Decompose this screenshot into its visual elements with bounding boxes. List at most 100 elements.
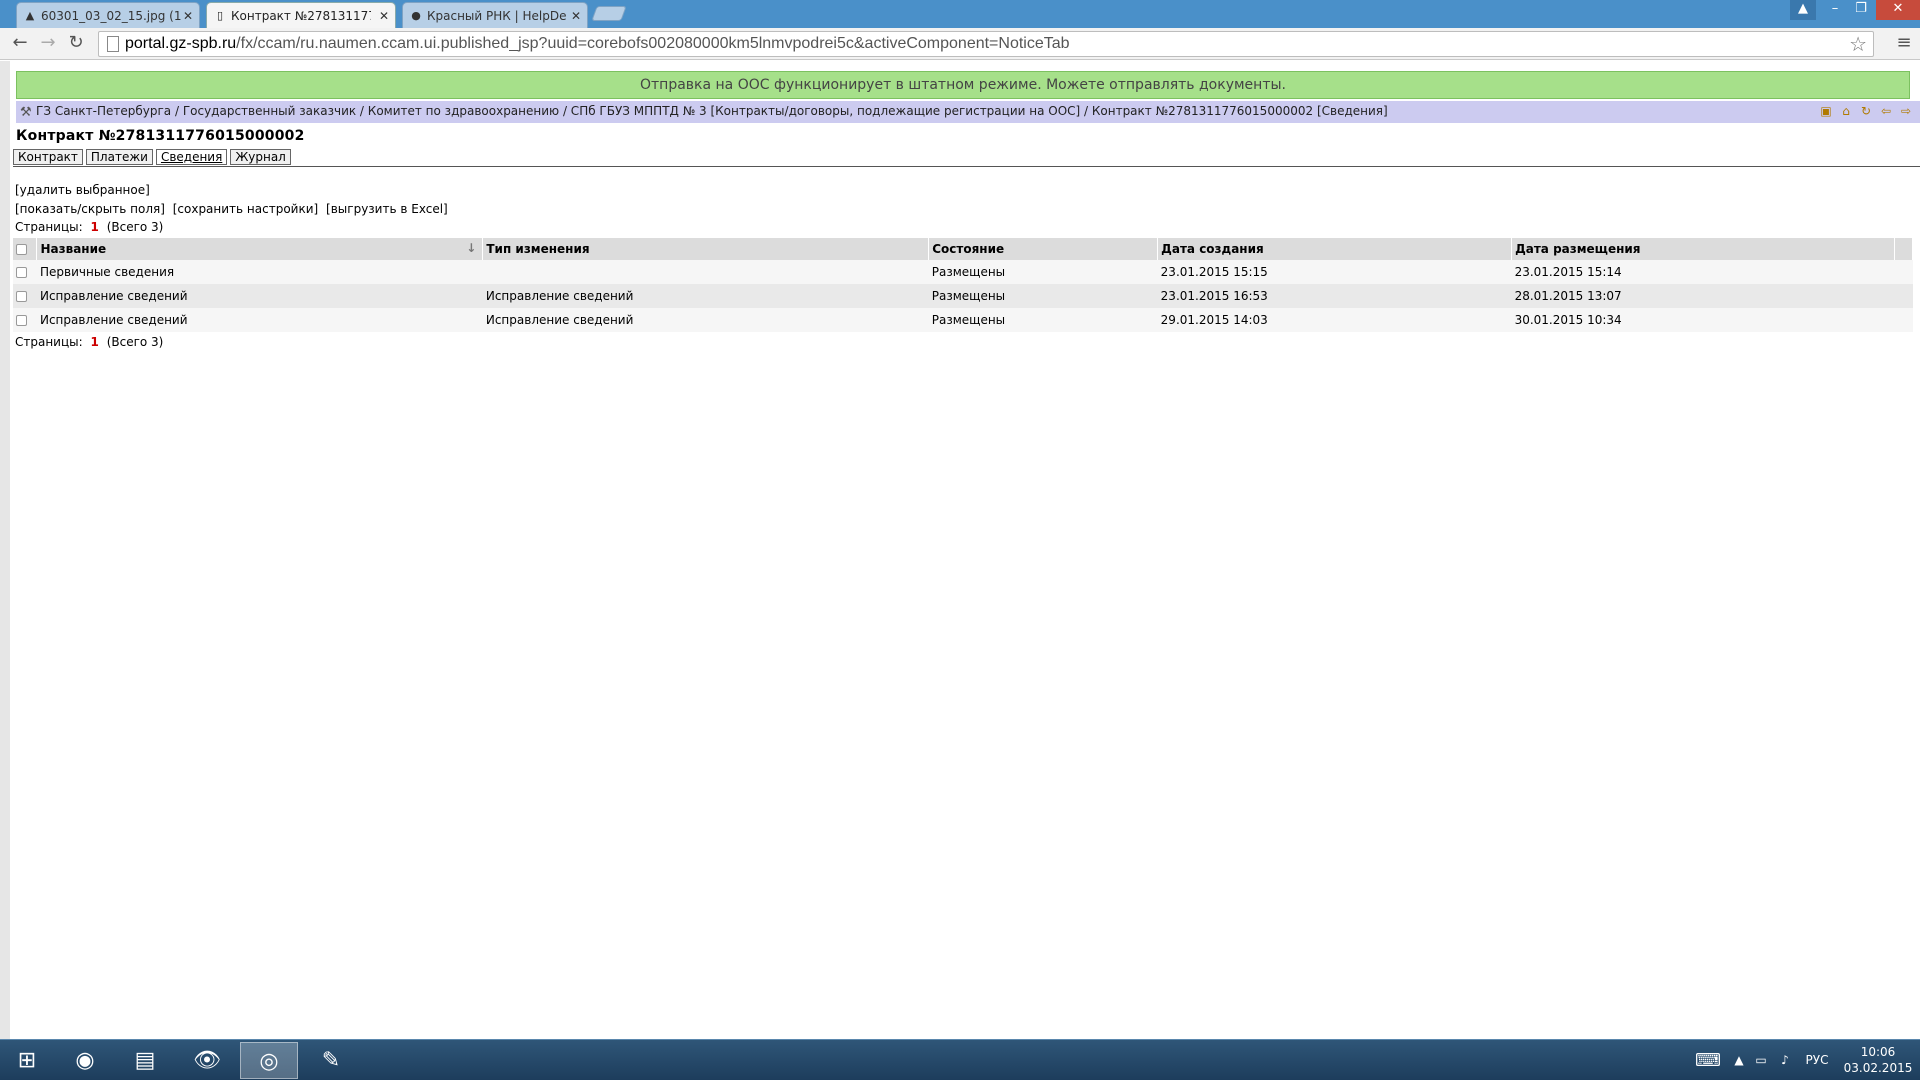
action-bar-settings: [показать/скрыть поля] [сохранить настро… xyxy=(15,202,452,216)
sort-down-icon[interactable]: ↓ xyxy=(466,241,476,255)
cell-created: 23.01.2015 15:15 xyxy=(1157,260,1512,284)
cell-name[interactable]: Первичные сведения xyxy=(36,260,483,284)
page-number[interactable]: 1 xyxy=(91,220,99,234)
row-checkbox[interactable] xyxy=(16,315,27,326)
select-all-cell xyxy=(13,238,38,260)
cell-name[interactable]: Исправление сведений xyxy=(36,284,483,308)
close-icon[interactable]: ✕ xyxy=(183,3,193,28)
column-header-change-type[interactable]: Тип изменения xyxy=(482,238,930,260)
pager-total: (Всего 3) xyxy=(106,335,164,349)
globe-icon: ● xyxy=(411,9,421,22)
status-banner: Отправка на ООС функционирует в штатном … xyxy=(16,71,1910,99)
cell-name[interactable]: Исправление сведений xyxy=(36,308,483,332)
table-row[interactable]: Первичные сведения Размещены 23.01.2015 … xyxy=(13,260,1913,284)
address-bar[interactable]: portal.gz-spb.ru/fx/ccam/ru.naumen.ccam.… xyxy=(98,31,1874,57)
volume-icon[interactable]: ♪ xyxy=(1776,1040,1794,1080)
chevron-up-icon[interactable]: ▲ xyxy=(1732,1040,1746,1080)
image-icon: ▲ xyxy=(25,9,35,22)
row-select-cell xyxy=(13,308,37,332)
cell-state: Размещены xyxy=(928,308,1158,332)
row-checkbox[interactable] xyxy=(16,267,27,278)
folder-icon[interactable]: ▣ xyxy=(1818,104,1834,118)
forward-icon[interactable]: ⇨ xyxy=(1898,104,1914,118)
file-explorer-icon[interactable]: ▤ xyxy=(116,1042,174,1079)
delete-selected-link[interactable]: [удалить выбранное] xyxy=(15,183,150,197)
cell-state: Размещены xyxy=(928,284,1158,308)
clock-time: 10:06 xyxy=(1860,1045,1896,1059)
select-all-checkbox[interactable] xyxy=(16,244,27,255)
new-tab-button[interactable] xyxy=(591,6,627,21)
media-player-icon[interactable]: ◉ xyxy=(56,1042,114,1079)
breadcrumb-text[interactable]: ГЗ Санкт-Петербурга / Государственный за… xyxy=(36,104,1388,118)
column-header-state[interactable]: Состояние xyxy=(928,238,1159,260)
page-viewport: Отправка на ООС функционирует в штатном … xyxy=(0,61,1920,1039)
paint-icon[interactable]: ✎ xyxy=(302,1042,360,1079)
cell-spacer xyxy=(1894,308,1913,332)
browser-tab-contract[interactable]: ▯ Контракт №278131177601 ✕ xyxy=(206,2,396,28)
column-label: Дата создания xyxy=(1161,242,1264,256)
browser-tab-image[interactable]: ▲ 60301_03_02_15.jpg (1920× ✕ xyxy=(16,2,200,28)
user-icon[interactable]: ▲ xyxy=(1790,0,1816,20)
reload-icon[interactable]: ↻ xyxy=(64,32,88,56)
show-hide-fields-link[interactable]: [показать/скрыть поля] xyxy=(15,202,165,216)
cell-change-type: Исправление сведений xyxy=(482,308,929,332)
cell-created: 29.01.2015 14:03 xyxy=(1157,308,1512,332)
page-number[interactable]: 1 xyxy=(91,335,99,349)
row-checkbox[interactable] xyxy=(16,291,27,302)
keyboard-icon[interactable]: ⌨ xyxy=(1690,1040,1726,1080)
tab-journal[interactable]: Журнал xyxy=(230,149,291,165)
taskbar: ⊞ ◉ ▤ 👁 ◎ ✎ ⌨ ▲ ▭ ♪ РУС 10:06 03.02.2015 xyxy=(0,1039,1920,1080)
close-icon[interactable]: ✕ xyxy=(571,3,581,28)
tab-label: Контракт №278131177601 xyxy=(231,9,371,23)
column-label: Тип изменения xyxy=(486,242,590,256)
column-header-name[interactable]: Название ↓ xyxy=(36,238,484,260)
maximize-button[interactable]: ❐ xyxy=(1848,0,1874,20)
column-label: Дата размещения xyxy=(1515,242,1641,256)
tab-contract[interactable]: Контракт xyxy=(13,149,83,165)
breadcrumb: ⚒ ГЗ Санкт-Петербурга / Государственный … xyxy=(16,101,1920,123)
tab-payments[interactable]: Платежи xyxy=(85,149,153,165)
chrome-icon[interactable]: ◎ xyxy=(240,1042,298,1079)
column-label: Название xyxy=(40,242,107,256)
home-icon[interactable]: ⌂ xyxy=(1838,104,1854,118)
column-label: Состояние xyxy=(932,242,1005,256)
forward-arrow-icon[interactable]: → xyxy=(36,32,60,56)
url-host: portal.gz-spb.ru xyxy=(125,35,237,52)
column-header-placed[interactable]: Дата размещения xyxy=(1511,238,1895,260)
language-indicator[interactable]: РУС xyxy=(1800,1040,1834,1080)
pager-total: (Всего 3) xyxy=(106,220,164,234)
action-bar-top: [удалить выбранное] xyxy=(15,183,154,197)
menu-icon[interactable]: ≡ xyxy=(1894,33,1914,53)
close-icon[interactable]: ✕ xyxy=(379,3,389,28)
star-icon[interactable]: ☆ xyxy=(1849,32,1867,56)
system-clock[interactable]: 10:06 03.02.2015 xyxy=(1838,1044,1918,1076)
tab-label: Красный РНК | HelpDesk xyxy=(427,9,567,23)
pager-label: Страницы: xyxy=(15,335,83,349)
viewer-app-icon[interactable]: 👁 xyxy=(178,1042,236,1079)
close-window-button[interactable]: ✕ xyxy=(1876,0,1920,20)
cell-change-type: Исправление сведений xyxy=(482,284,929,308)
page-title: Контракт №2781311776015000002 xyxy=(16,128,305,144)
url-text: portal.gz-spb.ru/fx/ccam/ru.naumen.ccam.… xyxy=(125,32,1070,56)
network-icon[interactable]: ▭ xyxy=(1752,1040,1770,1080)
tab-info[interactable]: Сведения xyxy=(155,149,228,165)
export-excel-link[interactable]: [выгрузить в Excel] xyxy=(326,202,448,216)
refresh-icon[interactable]: ↻ xyxy=(1858,104,1874,118)
breadcrumb-tools: ▣ ⌂ ↻ ⇦ ⇨ xyxy=(1814,104,1914,118)
pager-label: Страницы: xyxy=(15,220,83,234)
cell-spacer xyxy=(1894,284,1913,308)
clock-date: 03.02.2015 xyxy=(1843,1061,1913,1075)
back-arrow-icon[interactable]: ← xyxy=(8,32,32,56)
windows-start-icon[interactable]: ⊞ xyxy=(0,1042,54,1079)
browser-tab-helpdesk[interactable]: ● Красный РНК | HelpDesk ✕ xyxy=(402,2,588,28)
table-row[interactable]: Исправление сведений Исправление сведени… xyxy=(13,308,1913,332)
cell-placed: 28.01.2015 13:07 xyxy=(1511,284,1895,308)
table-row[interactable]: Исправление сведений Исправление сведени… xyxy=(13,284,1913,308)
back-icon[interactable]: ⇦ xyxy=(1878,104,1894,118)
pager-top: Страницы: 1 (Всего 3) xyxy=(15,220,163,234)
cell-change-type xyxy=(482,260,929,284)
save-settings-link[interactable]: [сохранить настройки] xyxy=(173,202,319,216)
tab-label: 60301_03_02_15.jpg (1920× xyxy=(41,9,181,23)
minimize-button[interactable]: – xyxy=(1822,0,1848,20)
column-header-created[interactable]: Дата создания xyxy=(1157,238,1513,260)
